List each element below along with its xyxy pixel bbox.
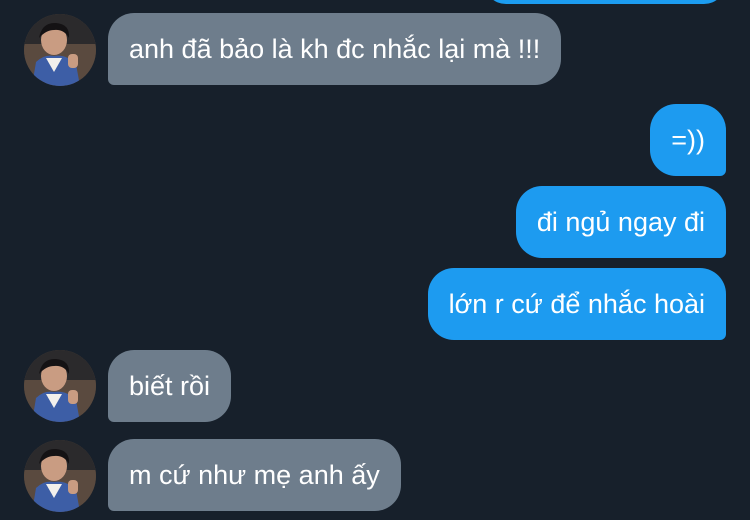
message-text: biết rồi: [129, 370, 211, 401]
message-text: anh đã bảo là kh đc nhắc lại mà !!!: [129, 33, 541, 64]
avatar-photo-icon: [24, 350, 96, 422]
message-text: m cứ như mẹ anh ấy: [129, 459, 380, 490]
incoming-message-bubble[interactable]: anh đã bảo là kh đc nhắc lại mà !!!: [108, 13, 562, 85]
outgoing-message-bubble[interactable]: đi ngủ ngay đi: [515, 186, 726, 258]
incoming-message-bubble[interactable]: m cứ như mẹ anh ấy: [108, 439, 401, 511]
outgoing-message-bubble[interactable]: lớn r cứ để nhắc hoài: [427, 268, 726, 340]
sender-avatar[interactable]: [24, 350, 96, 422]
avatar-photo-icon: [24, 14, 96, 86]
sender-avatar[interactable]: [24, 14, 96, 86]
avatar-photo-icon: [24, 440, 96, 512]
message-text: =)): [671, 124, 705, 155]
sender-avatar[interactable]: [24, 440, 96, 512]
previous-outgoing-message-bubble[interactable]: [484, 0, 726, 4]
message-text: đi ngủ ngay đi: [536, 206, 705, 237]
incoming-message-bubble[interactable]: biết rồi: [108, 350, 232, 422]
message-text: lớn r cứ để nhắc hoài: [448, 288, 705, 319]
outgoing-message-bubble[interactable]: =)): [650, 104, 726, 176]
message-thread: anh đã bảo là kh đc nhắc lại mà !!! =)) …: [0, 0, 750, 520]
